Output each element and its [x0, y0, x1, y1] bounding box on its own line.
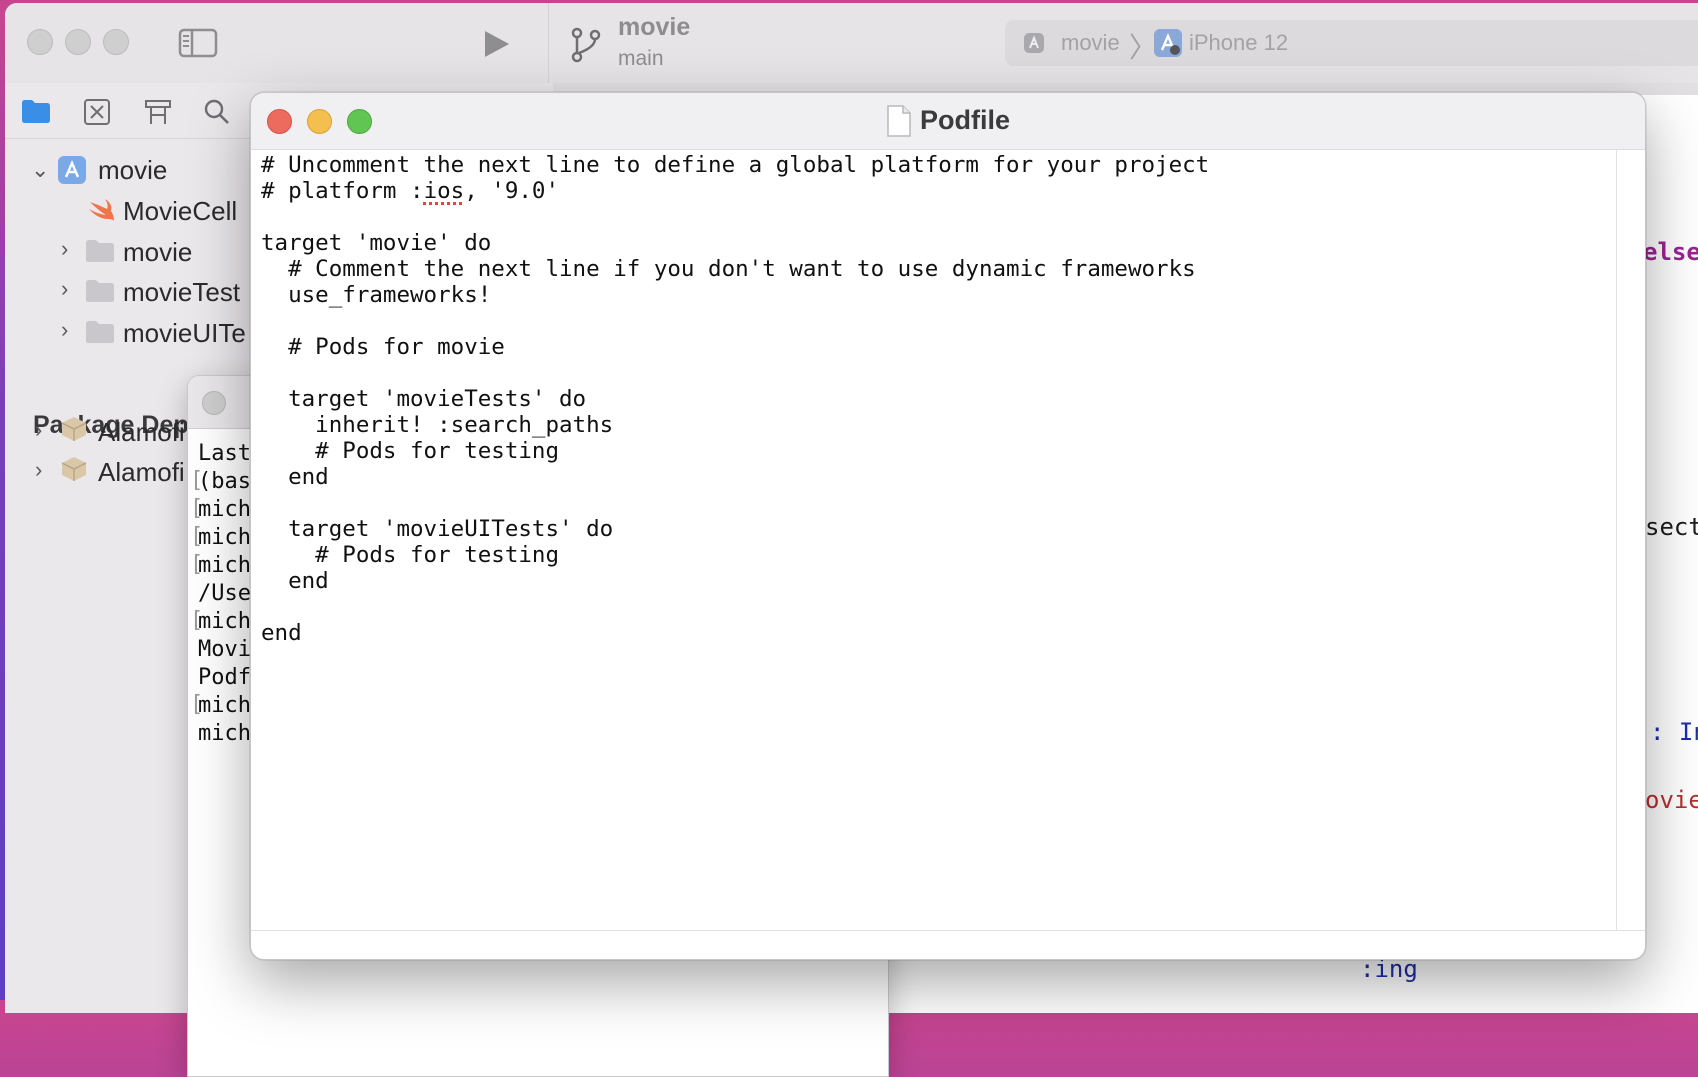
code-line-suffix: , '9.0': [464, 178, 560, 204]
code-body: target 'movie' do # Comment the next lin…: [261, 230, 1196, 646]
disclosure-closed-icon[interactable]: ›: [35, 457, 42, 483]
folder-icon: [86, 321, 114, 343]
disclosure-closed-icon[interactable]: ›: [61, 236, 68, 262]
scheme-name[interactable]: movie: [618, 13, 690, 42]
minimize-button[interactable]: [307, 109, 332, 134]
tree-item-moviecell[interactable]: MovieCell: [123, 196, 237, 227]
terminal-line: mich: [198, 693, 251, 718]
tree-item-group-movie[interactable]: movie: [123, 237, 192, 268]
tree-item-package-2[interactable]: Alamofi: [98, 457, 185, 488]
terminal-line: mich: [198, 525, 251, 550]
bottom-divider: [251, 930, 1645, 931]
disclosure-closed-icon[interactable]: ›: [35, 417, 42, 443]
textedit-window: Podfile # Uncomment the next line to def…: [250, 92, 1646, 960]
toolbar-divider: [548, 3, 549, 83]
code-fragment: else: [1643, 238, 1698, 266]
terminal-close-button[interactable]: [202, 391, 226, 415]
disclosure-closed-icon[interactable]: ›: [61, 317, 68, 343]
tree-item-group-uitests[interactable]: movieUITe: [123, 318, 246, 349]
xcode-close-button[interactable]: [27, 29, 53, 55]
terminal-line: Movi: [198, 637, 251, 662]
scheme-branch: main: [618, 47, 664, 70]
document-icon: [887, 105, 911, 137]
folder-icon[interactable]: [21, 98, 51, 124]
swift-file-icon: [89, 199, 114, 221]
terminal-line: Podf: [198, 665, 251, 690]
textedit-titlebar[interactable]: Podfile: [251, 93, 1645, 150]
package-icon: [61, 417, 87, 441]
project-icon: [58, 156, 86, 184]
disclosure-closed-icon[interactable]: ›: [61, 276, 68, 302]
code-line: # Uncomment the next line to define a gl…: [261, 152, 1210, 178]
branch-icon: [571, 27, 601, 63]
source-control-icon[interactable]: [83, 98, 111, 126]
terminal-line: mich: [198, 609, 251, 634]
selector-project-label: movie: [1061, 30, 1120, 55]
code-fragment: : In: [1650, 718, 1698, 746]
run-destination-selector[interactable]: movie 〉 iPhone 12: [1005, 20, 1698, 66]
xcode-zoom-button[interactable]: [103, 29, 129, 55]
simulator-icon: [1154, 29, 1182, 57]
window-title: Podfile: [920, 105, 1011, 135]
tree-item-group-tests[interactable]: movieTest: [123, 277, 240, 308]
app-target-icon: [1024, 33, 1044, 53]
terminal-line: Last: [198, 441, 251, 466]
run-icon[interactable]: [481, 29, 511, 59]
tree-item-package-1[interactable]: Alamofi: [98, 417, 185, 448]
symbol-icon[interactable]: [143, 98, 173, 126]
code-line-prefix: # platform :: [261, 178, 424, 204]
terminal-line: (bas: [198, 469, 251, 494]
terminal-line: /Use: [198, 581, 251, 606]
misspelled-word[interactable]: ios: [424, 178, 465, 204]
xcode-toolbar: movie main movie 〉 iPhone 12: [5, 3, 1698, 84]
vertical-scrollbar-track[interactable]: [1616, 150, 1617, 930]
terminal-line: mich: [198, 721, 251, 746]
podfile-content[interactable]: # Uncomment the next line to define a gl…: [261, 152, 1209, 646]
terminal-line: mich: [198, 497, 251, 522]
close-button[interactable]: [267, 109, 292, 134]
find-icon[interactable]: [203, 98, 231, 126]
zoom-button[interactable]: [347, 109, 372, 134]
code-fragment: ovie: [1645, 786, 1698, 814]
code-fragment: sect: [1645, 513, 1698, 541]
sidebar-toggle-icon[interactable]: [178, 27, 218, 59]
folder-icon: [86, 280, 114, 302]
text-editing-area[interactable]: # Uncomment the next line to define a gl…: [251, 150, 1616, 930]
package-icon: [61, 457, 87, 481]
tree-item-project[interactable]: movie: [98, 155, 167, 186]
folder-icon: [86, 240, 114, 262]
disclosure-open-icon[interactable]: ⌄: [31, 157, 49, 183]
xcode-minimize-button[interactable]: [65, 29, 91, 55]
terminal-line: mich: [198, 553, 251, 578]
selector-device-label: iPhone 12: [1189, 30, 1289, 55]
